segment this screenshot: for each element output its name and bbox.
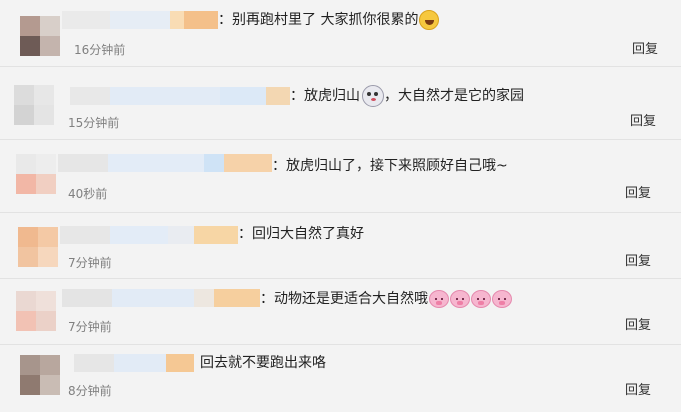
avatar[interactable]: [16, 291, 56, 331]
username-blurred[interactable]: [58, 154, 272, 172]
comment-row: ：别再跑村里了 大家抓你很累的 16分钟前 回复: [0, 0, 681, 66]
pig-face-emoji: [492, 290, 512, 308]
comment-text: ：动物还是更适合大自然哦: [260, 289, 512, 309]
avatar[interactable]: [14, 85, 54, 125]
timestamp: 16分钟前: [74, 43, 126, 57]
comment-row: ：放虎归山 ，大自然才是它的家园 15分钟前 回复: [0, 67, 681, 139]
pig-face-emoji: [471, 290, 491, 308]
avatar[interactable]: [20, 16, 60, 56]
comment-row: ：放虎归山了，接下来照顾好自己哦~ 40秒前 回复: [0, 140, 681, 212]
pig-face-emoji: [429, 290, 449, 308]
reply-button[interactable]: 回复: [625, 383, 651, 399]
avatar[interactable]: [20, 355, 60, 395]
comment-text: ：回归大自然了真好: [238, 226, 364, 242]
username-blurred[interactable]: [62, 289, 260, 307]
laughing-face-emoji: [419, 10, 440, 30]
username-blurred[interactable]: [60, 226, 238, 244]
timestamp: 40秒前: [68, 187, 108, 201]
comment-text: ：放虎归山 ，大自然才是它的家园: [290, 85, 524, 107]
comment-row: ：回归大自然了真好 7分钟前 回复: [0, 213, 681, 278]
timestamp: 7分钟前: [68, 256, 112, 270]
reply-button[interactable]: 回复: [625, 254, 651, 270]
reply-button[interactable]: 回复: [625, 186, 651, 202]
comment-text: ：放虎归山了，接下来照顾好自己哦~: [272, 158, 508, 174]
comment-row: 回去就不要跑出来咯 8分钟前 回复: [0, 345, 681, 412]
username-blurred[interactable]: [62, 11, 218, 29]
reply-button[interactable]: 回复: [625, 318, 651, 334]
reply-button[interactable]: 回复: [630, 114, 656, 130]
avatar[interactable]: [18, 227, 58, 267]
username-blurred[interactable]: [74, 354, 194, 372]
avatar[interactable]: [16, 154, 56, 194]
pig-face-emoji: [450, 290, 470, 308]
timestamp: 8分钟前: [68, 384, 112, 398]
comment-text: 回去就不要跑出来咯: [200, 355, 326, 371]
timestamp: 15分钟前: [68, 116, 120, 130]
username-blurred[interactable]: [70, 87, 290, 105]
comment-row: ：动物还是更适合大自然哦 7分钟前 回复: [0, 279, 681, 344]
timestamp: 7分钟前: [68, 320, 112, 334]
husky-face-emoji: [362, 85, 384, 107]
comment-text: ：别再跑村里了 大家抓你很累的: [218, 10, 440, 30]
reply-button[interactable]: 回复: [632, 42, 658, 58]
